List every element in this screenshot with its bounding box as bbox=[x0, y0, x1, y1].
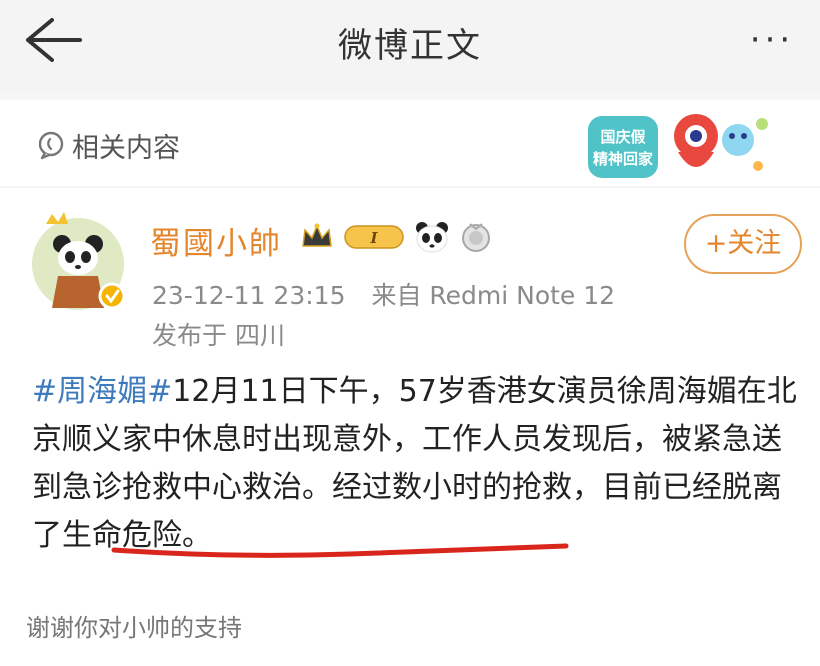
support-thanks-text: 谢谢你对小帅的支持 bbox=[26, 614, 242, 642]
more-options-button[interactable]: ··· bbox=[742, 20, 802, 60]
weibo-post-page: 微博正文 ··· 相关内容 国庆假 精神回家 蜀國小帥 I 23-12-11 2… bbox=[0, 0, 820, 666]
author-badges: I bbox=[300, 218, 492, 256]
medal-icon bbox=[462, 223, 490, 252]
avatar[interactable] bbox=[28, 212, 128, 312]
related-content-bar[interactable]: 相关内容 国庆假 精神回家 bbox=[0, 100, 820, 186]
panda-icon bbox=[416, 222, 448, 253]
post-card: 蜀國小帥 I 23-12-11 23:15 来自 Redmi Note 12 发… bbox=[0, 188, 820, 666]
hashtag-link[interactable]: #周海媚# bbox=[32, 374, 172, 409]
red-underline-annotation bbox=[111, 543, 569, 558]
post-meta: 23-12-11 23:15 来自 Redmi Note 12 bbox=[152, 276, 633, 312]
top-nav-bar: 微博正文 ··· bbox=[0, 0, 820, 92]
related-content-icon bbox=[38, 131, 64, 160]
svg-text:I: I bbox=[369, 229, 378, 247]
crown-icon bbox=[302, 223, 332, 247]
related-content-label: 相关内容 bbox=[72, 133, 180, 164]
post-source: 来自 Redmi Note 12 bbox=[371, 281, 616, 310]
post-timestamp: 23-12-11 23:15 bbox=[152, 281, 346, 310]
svg-text:国庆假: 国庆假 bbox=[600, 128, 646, 146]
follow-button[interactable]: +关注 bbox=[684, 214, 802, 274]
svg-text:精神回家: 精神回家 bbox=[593, 150, 653, 168]
promo-banner-image[interactable]: 国庆假 精神回家 bbox=[586, 106, 776, 186]
post-location: 发布于 四川 bbox=[152, 321, 285, 350]
level-badge-icon: I bbox=[344, 225, 404, 249]
author-name[interactable]: 蜀國小帥 bbox=[150, 218, 282, 263]
page-title: 微博正文 bbox=[338, 26, 482, 66]
